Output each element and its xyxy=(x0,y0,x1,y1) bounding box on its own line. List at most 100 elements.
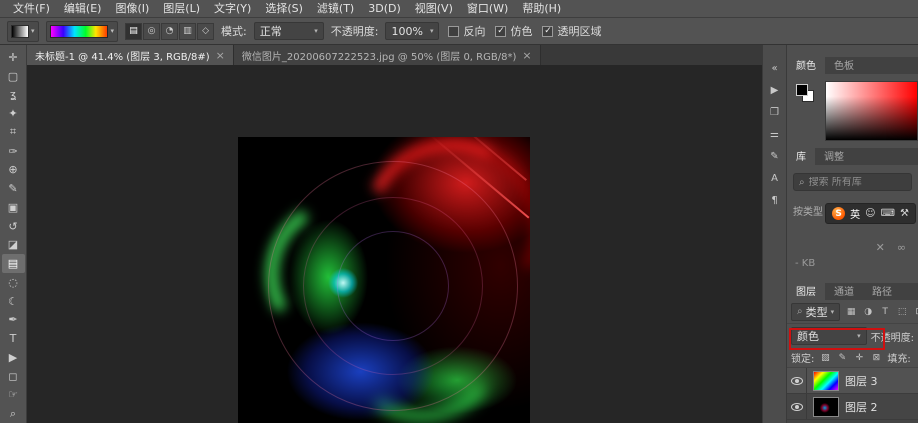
lock-position-icon[interactable]: ✛ xyxy=(852,351,866,365)
foreground-background-swatches[interactable] xyxy=(794,81,818,141)
close-icon[interactable]: × xyxy=(216,49,225,62)
document-tab[interactable]: 微信图片_20200607222523.jpg @ 50% (图层 0, RGB… xyxy=(234,45,541,65)
path-selection-tool[interactable]: ▶ xyxy=(2,348,25,367)
menu-item[interactable]: 视图(V) xyxy=(408,0,460,18)
visibility-toggle[interactable] xyxy=(787,368,807,393)
libraries-panel-tab[interactable]: 调整 xyxy=(815,146,853,165)
filter-type-layers-icon[interactable]: T xyxy=(878,305,892,319)
sync-status-icon[interactable]: ∞ xyxy=(897,241,906,254)
menu-item[interactable]: 窗口(W) xyxy=(460,0,515,18)
filter-shape-layers-icon[interactable]: ⬚ xyxy=(895,305,909,319)
tool-preset-picker[interactable]: ▾ xyxy=(7,21,39,42)
option-checkbox[interactable]: 仿色 xyxy=(495,23,532,39)
actions-panel-icon[interactable]: ▶ xyxy=(765,81,785,100)
library-search[interactable]: ⌕ xyxy=(793,173,912,191)
gradient-picker[interactable]: ▾ xyxy=(46,21,119,42)
opacity-select[interactable]: 100% ▾ xyxy=(385,22,439,40)
linear-gradient-button[interactable]: ▤ xyxy=(125,23,142,40)
shape-tool[interactable]: ◻ xyxy=(2,367,25,386)
document-tab-title: 未标题-1 @ 41.4% (图层 3, RGB/8#) xyxy=(35,48,210,63)
layers-panel-tab[interactable]: 路径 xyxy=(863,281,901,300)
paragraph-panel-icon[interactable]: ¶ xyxy=(765,191,785,210)
gradient-tool[interactable]: ▤ xyxy=(2,254,25,273)
filter-smart-objects-icon[interactable]: ⊡ xyxy=(912,305,918,319)
option-checkbox[interactable]: 透明区域 xyxy=(542,23,601,39)
menu-item[interactable]: 文字(Y) xyxy=(207,0,258,18)
pen-tool[interactable]: ✒ xyxy=(2,311,25,330)
lasso-tool[interactable]: ʓ xyxy=(2,86,25,105)
menu-item[interactable]: 编辑(E) xyxy=(57,0,109,18)
layer-filter-row: ⌕ 类型 ▾ ▦◑T⬚⊡ xyxy=(787,300,918,324)
zoom-tool[interactable]: ⌕ xyxy=(2,404,25,423)
dodge-tool[interactable]: ☾ xyxy=(2,292,25,311)
ime-toolbar[interactable]: S英☺⌨⚒ xyxy=(825,203,916,224)
menu-item[interactable]: 滤镜(T) xyxy=(310,0,361,18)
document-image[interactable] xyxy=(238,137,530,423)
foreground-color-swatch[interactable] xyxy=(796,84,808,96)
hand-tool[interactable]: ☞ xyxy=(2,386,25,405)
color-panel-tab[interactable]: 色板 xyxy=(825,55,863,74)
move-tool[interactable]: ✛ xyxy=(2,48,25,67)
layer-name: 图层 3 xyxy=(845,373,878,389)
brush-settings-panel-icon[interactable]: ✎ xyxy=(765,147,785,166)
color-saturation-field[interactable] xyxy=(825,81,918,141)
option-checkbox[interactable]: 反向 xyxy=(448,23,485,39)
menu-item[interactable]: 帮助(H) xyxy=(515,0,568,18)
search-input[interactable] xyxy=(809,177,906,188)
filter-pixel-layers-icon[interactable]: ▦ xyxy=(844,305,858,319)
menu-item[interactable]: 图层(L) xyxy=(156,0,207,18)
layer-filter-select[interactable]: ⌕ 类型 ▾ xyxy=(791,303,840,321)
emoji-icon[interactable]: ☺ xyxy=(865,208,875,219)
filter-adjustment-layers-icon[interactable]: ◑ xyxy=(861,305,875,319)
close-icon[interactable]: × xyxy=(522,49,531,62)
reflected-gradient-button[interactable]: ▥ xyxy=(179,23,196,40)
healing-brush-tool[interactable]: ⊕ xyxy=(2,161,25,180)
crop-tool[interactable]: ⌗ xyxy=(2,123,25,142)
history-brush-tool[interactable]: ↺ xyxy=(2,217,25,236)
visibility-toggle[interactable] xyxy=(787,394,807,419)
menu-item[interactable]: 选择(S) xyxy=(258,0,310,18)
color-panel-tab[interactable]: 颜色 xyxy=(787,55,825,74)
libraries-panel-tab[interactable]: 库 xyxy=(787,146,815,165)
collapse-panels-icon[interactable]: « xyxy=(765,59,785,78)
diamond-gradient-button[interactable]: ◇ xyxy=(197,23,214,40)
menu-item[interactable]: 图像(I) xyxy=(108,0,156,18)
properties-panel-icon[interactable]: ⚌ xyxy=(765,125,785,144)
type-tool[interactable]: T xyxy=(2,329,25,348)
document-tab[interactable]: 未标题-1 @ 41.4% (图层 3, RGB/8#) × xyxy=(27,45,234,65)
magic-wand-tool[interactable]: ✦ xyxy=(2,104,25,123)
radial-gradient-button[interactable]: ◎ xyxy=(143,23,160,40)
mode-select[interactable]: 正常 ▾ xyxy=(254,22,324,40)
blur-tool[interactable]: ◌ xyxy=(2,273,25,292)
checkbox-label: 透明区域 xyxy=(557,23,601,39)
menu-item[interactable]: 3D(D) xyxy=(361,0,408,18)
lock-all-icon[interactable]: ⊠ xyxy=(869,351,883,365)
keyboard-icon[interactable]: ⌨ xyxy=(881,208,895,219)
layers-panel-tab[interactable]: 图层 xyxy=(787,281,825,300)
library-size-label: - KB xyxy=(795,258,815,269)
eraser-tool[interactable]: ◪ xyxy=(2,236,25,255)
layers-panel-tab[interactable]: 通道 xyxy=(825,281,863,300)
layer-blend-mode-select[interactable]: 颜色 ▾ xyxy=(791,327,867,345)
eye-icon xyxy=(791,377,803,385)
toolbox-icon[interactable]: ⚒ xyxy=(900,208,909,219)
menu-item[interactable]: 文件(F) xyxy=(6,0,57,18)
libraries-panel-icon[interactable]: ❐ xyxy=(765,103,785,122)
chevron-down-icon: ▾ xyxy=(314,27,318,35)
layer-lock-row: 锁定: ▧✎✛⊠ 填充: xyxy=(787,348,918,368)
marquee-tool[interactable]: ▢ xyxy=(2,67,25,86)
angle-gradient-button[interactable]: ◔ xyxy=(161,23,178,40)
layer-row[interactable]: 图层 3 xyxy=(787,368,918,394)
close-icon[interactable]: ✕ xyxy=(876,241,885,254)
canvas-area[interactable] xyxy=(27,65,762,423)
lock-transparency-icon[interactable]: ▧ xyxy=(818,351,832,365)
eyedropper-tool[interactable]: ✑ xyxy=(2,142,25,161)
menu-bar: 文件(F)编辑(E)图像(I)图层(L)文字(Y)选择(S)滤镜(T)3D(D)… xyxy=(0,0,918,18)
layer-row[interactable]: 图层 2 xyxy=(787,394,918,420)
character-panel-icon[interactable]: A xyxy=(765,169,785,188)
ime-language-toggle[interactable]: 英 xyxy=(850,206,860,221)
lock-pixels-icon[interactable]: ✎ xyxy=(835,351,849,365)
clone-stamp-tool[interactable]: ▣ xyxy=(2,198,25,217)
brush-tool[interactable]: ✎ xyxy=(2,179,25,198)
layer-thumbnail xyxy=(813,397,839,417)
